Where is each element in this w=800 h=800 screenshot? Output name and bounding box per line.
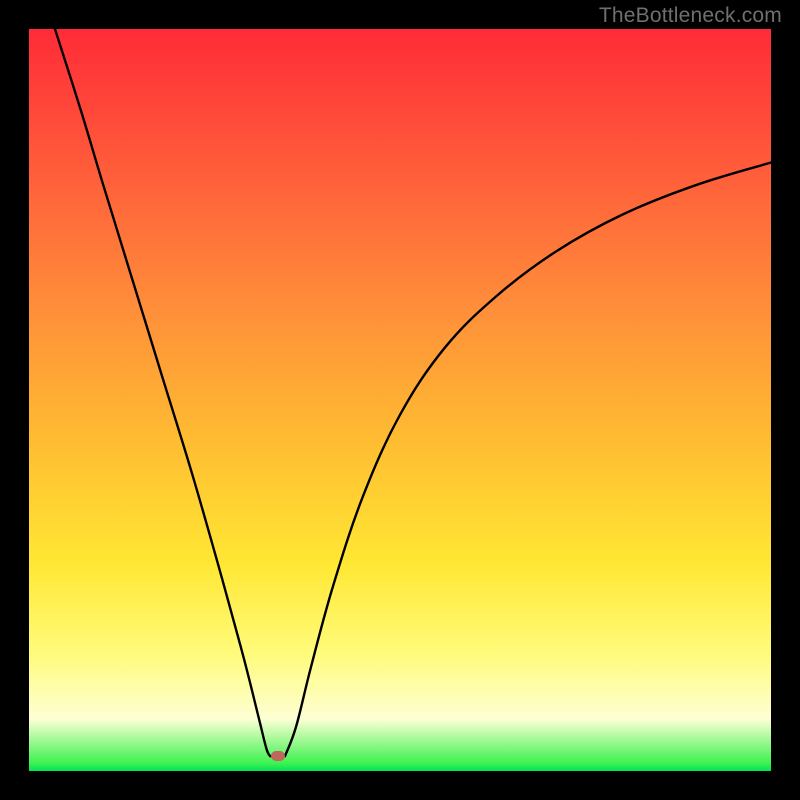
chart-plot-area	[29, 29, 771, 771]
optimal-point-marker	[271, 751, 285, 761]
bottleneck-curve	[29, 29, 771, 771]
watermark-text: TheBottleneck.com	[599, 4, 782, 28]
